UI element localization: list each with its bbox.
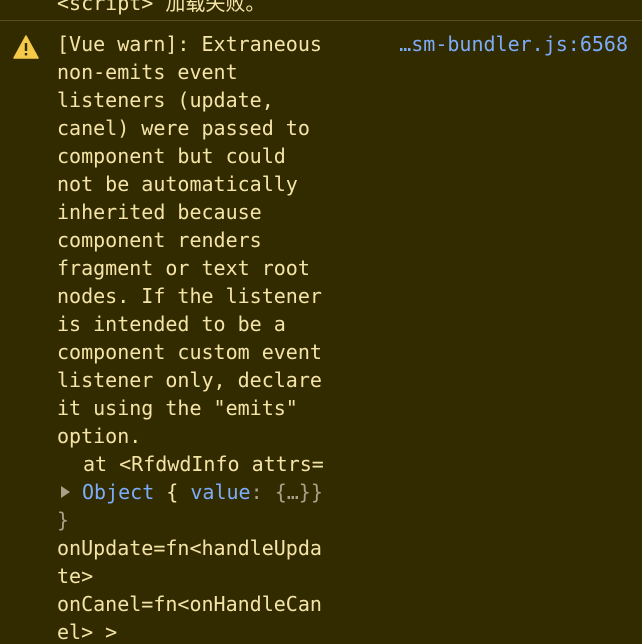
handler-line: onUpdate=fn<handleUpda [57, 536, 322, 560]
message-line: non-emits event [57, 60, 238, 84]
message-divider [0, 20, 642, 21]
message-line: nodes. If the listener [57, 284, 322, 308]
handler-line: onCanel=fn<onHandleCan [57, 592, 322, 616]
handler-line: el> > [57, 620, 118, 644]
object-type-label: Object [82, 480, 155, 504]
component-trace: at <RfdwdInfo attrs= Object { value : {…… [57, 450, 377, 644]
warning-triangle-icon [13, 35, 39, 59]
previous-console-message: <script> 加载失败。 [57, 0, 266, 15]
object-colon: : [250, 480, 263, 504]
trace-at-line: at <RfdwdInfo attrs= [83, 452, 324, 476]
message-line: canel) were passed to [57, 116, 310, 140]
message-line: inherited because [57, 200, 262, 224]
message-line: not be automatically [57, 172, 298, 196]
attrs-close-brace: } [57, 508, 70, 532]
message-line: listener only, declare [57, 368, 322, 392]
object-close-brace: } [310, 480, 323, 504]
message-line: [Vue warn]: Extraneous [57, 32, 322, 56]
message-line: listeners (update, [57, 88, 274, 112]
warning-message: [Vue warn]: Extraneous non-emits event l… [57, 30, 357, 450]
object-value-preview[interactable]: {…} [275, 478, 311, 506]
message-line: component but could [57, 144, 286, 168]
message-line: it using the "emits" [57, 396, 298, 420]
message-line: option. [57, 424, 142, 448]
message-line: component custom event [57, 340, 322, 364]
message-line: is intended to be a [57, 312, 286, 336]
source-file-link[interactable]: …sm-bundler.js:6568 [399, 30, 628, 58]
expand-triangle-icon[interactable] [61, 486, 70, 498]
object-key: value [190, 480, 251, 504]
message-line: component renders [57, 228, 262, 252]
object-preview-row[interactable]: Object { value : {…} } [57, 478, 377, 506]
message-line: fragment or text root [57, 256, 310, 280]
object-open-brace: { [166, 480, 179, 504]
handler-line: te> [57, 564, 94, 588]
